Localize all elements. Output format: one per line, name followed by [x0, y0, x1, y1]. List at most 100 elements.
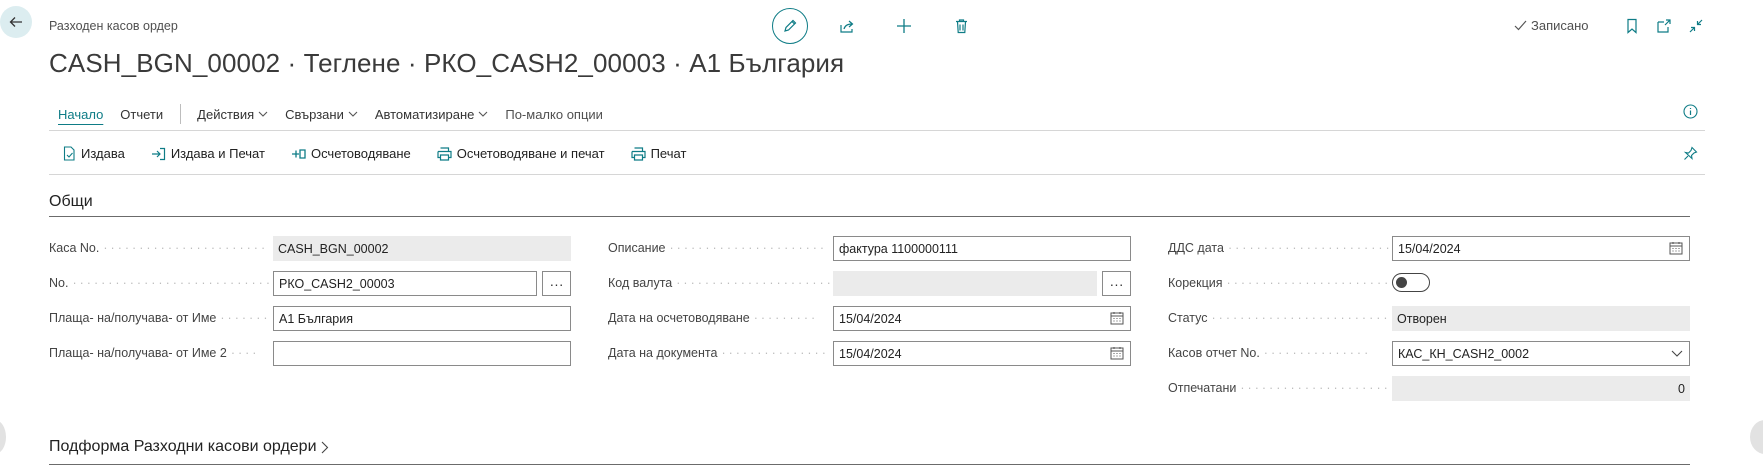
- cash-no-field: CASH_BGN_00002: [273, 236, 571, 261]
- payee-label: Плаща- на/получава- от Име ·······: [49, 311, 269, 325]
- info-button[interactable]: [1683, 104, 1698, 122]
- chevron-down-icon: [258, 111, 268, 117]
- no-field[interactable]: РКО_CASH2_00003: [273, 271, 537, 296]
- report-no-label: Касов отчет No. ···············: [1168, 346, 1372, 360]
- post-print-icon: [437, 146, 452, 161]
- previous-record-button[interactable]: [0, 420, 6, 454]
- description-field[interactable]: фактура 1100000111: [833, 236, 1131, 261]
- menu-automate[interactable]: Автоматизиране: [375, 107, 489, 122]
- doc-date-label: Дата на документа ···············: [608, 346, 829, 360]
- top-actions: [772, 8, 1000, 44]
- more-icon: ···: [549, 275, 564, 292]
- release-button[interactable]: Издава: [63, 146, 125, 161]
- posting-date-field[interactable]: 15/04/2024: [833, 306, 1131, 331]
- add-button[interactable]: [886, 8, 922, 44]
- report-no-select[interactable]: КАС_КН_CASH2_0002: [1392, 341, 1690, 366]
- report-no-value: КАС_КН_CASH2_0002: [1398, 346, 1530, 361]
- correction-label: Корекция ························: [1168, 276, 1390, 290]
- doc-date-value: 15/04/2024: [839, 346, 902, 361]
- correction-toggle[interactable]: [1392, 273, 1430, 292]
- window-controls: [1622, 16, 1718, 36]
- action-bar: Издава Издава и Печат Осчетоводяване Осч…: [63, 146, 712, 161]
- saved-status: Записано: [1514, 18, 1589, 33]
- cash-no-label: Каса No.··························: [49, 241, 269, 255]
- pin-icon: [1683, 146, 1698, 160]
- menu-automate-label: Автоматизиране: [374, 106, 475, 122]
- payee2-field[interactable]: [273, 341, 571, 366]
- document-check-icon: [63, 146, 75, 161]
- description-label: Описание ······················: [608, 241, 828, 255]
- page-title: CASH_BGN_00002 · Теглене · РКО_CASH2_000…: [49, 48, 845, 78]
- subform-heading-label: Подформа Разходни касови ордери: [49, 438, 317, 455]
- edit-icon: [784, 19, 797, 32]
- toggle-knob: [1396, 277, 1407, 288]
- menu-actions[interactable]: Действия: [197, 107, 268, 122]
- calendar-icon[interactable]: [1110, 346, 1124, 360]
- post-label: Осчетоводяване: [310, 146, 411, 161]
- vat-date-value: 15/04/2024: [1398, 241, 1461, 256]
- print-label: Печат: [650, 146, 687, 161]
- status-label: Статус····························: [1168, 311, 1390, 325]
- share-button[interactable]: [829, 8, 865, 44]
- release-print-button[interactable]: Издава и Печат: [151, 146, 265, 161]
- post-print-button[interactable]: Осчетоводяване и печат: [437, 146, 605, 161]
- currency-field: [833, 271, 1097, 296]
- info-icon: [1683, 104, 1698, 119]
- menu-actions-label: Действия: [197, 106, 255, 122]
- open-new-window-button[interactable]: [1654, 16, 1674, 36]
- payee2-label: Плаща- на/получава- от Име 2 ····: [49, 346, 260, 360]
- next-record-button[interactable]: [1750, 420, 1763, 454]
- release-print-label: Издава и Печат: [170, 146, 265, 161]
- general-section-heading[interactable]: Общи: [49, 193, 93, 211]
- open-new-window-icon: [1657, 19, 1671, 33]
- pin-button[interactable]: [1683, 146, 1698, 164]
- posting-date-value: 15/04/2024: [839, 311, 902, 326]
- menu-related-label: Свързани: [285, 106, 344, 122]
- post-print-label: Осчетоводяване и печат: [456, 146, 605, 161]
- bookmark-icon: [1627, 18, 1637, 34]
- post-icon: [291, 148, 306, 159]
- tab-home[interactable]: Начало: [58, 107, 103, 122]
- doc-date-field[interactable]: 15/04/2024: [833, 341, 1131, 366]
- vat-date-field[interactable]: 15/04/2024: [1392, 236, 1690, 261]
- sign-in-icon: [151, 147, 165, 160]
- currency-lookup-button[interactable]: ···: [1102, 271, 1131, 296]
- chevron-down-icon: [478, 111, 488, 117]
- subform-heading[interactable]: Подформа Разходни касови ордери: [49, 438, 329, 456]
- action-nav: Начало Отчети Действия Свързани Автомати…: [58, 104, 620, 124]
- print-button[interactable]: Печат: [630, 146, 687, 161]
- status-field: Отворен: [1392, 306, 1690, 331]
- calendar-icon[interactable]: [1110, 311, 1124, 325]
- chevron-down-icon: [348, 111, 358, 117]
- collapse-icon: [1689, 19, 1703, 33]
- no-lookup-button[interactable]: ···: [542, 271, 571, 296]
- edit-button[interactable]: [772, 8, 808, 44]
- back-button[interactable]: [0, 6, 32, 38]
- more-icon: ···: [1109, 275, 1124, 292]
- printed-label: Отпечатани························: [1168, 381, 1390, 395]
- no-label: No. ······························: [49, 276, 269, 290]
- nav-divider-line: [49, 130, 1705, 131]
- payee-field[interactable]: А1 България: [273, 306, 571, 331]
- vat-date-label: ДДС дата ·························: [1168, 241, 1390, 255]
- printed-field: 0: [1392, 376, 1690, 401]
- bookmark-button[interactable]: [1622, 16, 1642, 36]
- delete-button[interactable]: [943, 8, 979, 44]
- printer-icon: [630, 146, 646, 161]
- release-label: Издава: [81, 146, 125, 161]
- menu-related[interactable]: Свързани: [285, 107, 358, 122]
- subform-underline: [49, 464, 1690, 465]
- nav-divider: [180, 104, 182, 124]
- chevron-down-icon: [1671, 350, 1683, 357]
- checkmark-icon: [1514, 20, 1527, 31]
- action-divider-line: [49, 174, 1705, 175]
- breadcrumb: Разходен касов ордер: [49, 19, 178, 33]
- collapse-button[interactable]: [1686, 16, 1706, 36]
- fewer-options-button[interactable]: По-малко опции: [505, 107, 603, 122]
- add-icon: [897, 19, 911, 33]
- arrow-left-icon: [9, 17, 22, 27]
- calendar-icon[interactable]: [1669, 241, 1683, 255]
- share-icon: [839, 20, 853, 33]
- tab-reports[interactable]: Отчети: [120, 107, 163, 122]
- post-button[interactable]: Осчетоводяване: [291, 146, 411, 161]
